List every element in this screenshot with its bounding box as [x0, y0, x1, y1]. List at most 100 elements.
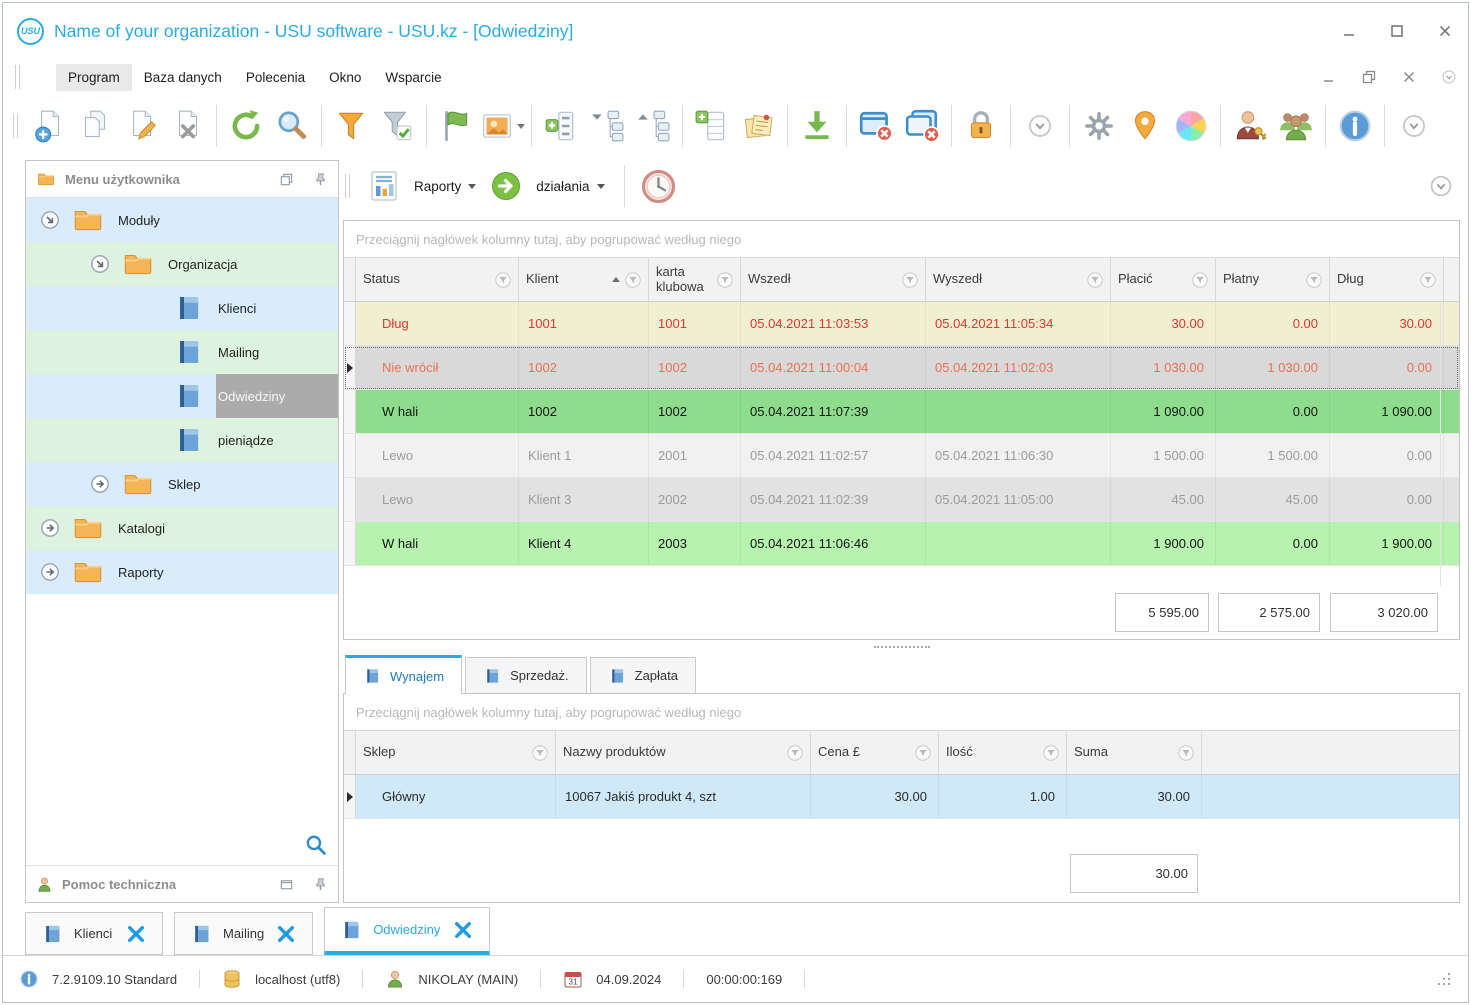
- splitter-handle[interactable]: [343, 640, 1460, 654]
- visit-row-2[interactable]: Nie wrócił 1002 1002 05.04.2021 11:00:04 05.…: [344, 346, 1459, 390]
- toolbar-image-button[interactable]: [479, 101, 525, 151]
- toolbar-lock-button[interactable]: [958, 101, 1004, 151]
- filter-icon[interactable]: [1306, 271, 1322, 288]
- column-header-płatny[interactable]: Płatny: [1216, 258, 1330, 301]
- column-header-klient[interactable]: Klient: [519, 258, 649, 301]
- column-header-cena[interactable]: Cena £: [811, 731, 939, 774]
- support-panel-header[interactable]: Pomoc techniczna: [26, 865, 338, 902]
- column-header-karta-klubowa[interactable]: karta klubowa: [649, 258, 741, 301]
- child-close-icon[interactable]: [1402, 70, 1416, 84]
- report-icon[interactable]: [367, 169, 401, 203]
- toolbar-notes-button[interactable]: [735, 101, 781, 151]
- visit-row-1[interactable]: Dług 1001 1001 05.04.2021 11:03:53 05.04.202…: [344, 302, 1459, 346]
- column-header-ilość[interactable]: Ilość: [939, 731, 1067, 774]
- user-text[interactable]: NIKOLAY (MAIN): [418, 972, 518, 987]
- toolbar-filter-check-button[interactable]: [374, 101, 420, 151]
- date-text[interactable]: 04.09.2024: [596, 972, 661, 987]
- toolbar-add-table-button[interactable]: [689, 101, 735, 151]
- toolbar-tree-expand-button[interactable]: [584, 101, 630, 151]
- sidebar-item-odwiedziny[interactable]: Odwiedziny: [26, 374, 338, 418]
- toolbar-options-icon[interactable]: [1430, 175, 1452, 197]
- close-icon[interactable]: [1438, 24, 1452, 38]
- filter-icon[interactable]: [532, 744, 548, 761]
- reports-dropdown[interactable]: Raporty: [410, 175, 480, 198]
- child-restore-icon[interactable]: [1362, 70, 1376, 84]
- tab-sprzedaż[interactable]: Sprzedaż.: [465, 657, 587, 693]
- column-header-nazwy-produktów[interactable]: Nazwy produktów: [556, 731, 811, 774]
- sidebar-item-pieniądze[interactable]: pieniądze: [26, 418, 338, 462]
- expand-node-icon[interactable]: [90, 474, 110, 494]
- database-text[interactable]: localhost (utf8): [255, 972, 340, 987]
- close-tab-icon[interactable]: [275, 923, 297, 945]
- visit-row-3[interactable]: W hali 1002 1002 05.04.2021 11:07:39 1 090.0…: [344, 390, 1459, 434]
- toolbar-location-pin-button[interactable]: [1122, 101, 1168, 151]
- sidebar-item-katalogi[interactable]: Katalogi: [26, 506, 338, 550]
- toolbar-tree-collapse-button[interactable]: [630, 101, 676, 151]
- column-header-dług[interactable]: Dług: [1330, 258, 1444, 301]
- filter-icon[interactable]: [1420, 271, 1436, 288]
- toolbar-gear-button[interactable]: [1076, 101, 1122, 151]
- toolbar-expand-rows-button[interactable]: [538, 101, 584, 151]
- toolbar-edit-document-button[interactable]: [118, 101, 164, 151]
- filter-icon[interactable]: [1043, 744, 1059, 761]
- toolbar-filter-button[interactable]: [328, 101, 374, 151]
- sidebar-item-mailing[interactable]: Mailing: [26, 330, 338, 374]
- toolbar-refresh-button[interactable]: [223, 101, 269, 151]
- toolbar-close-window-button[interactable]: [853, 101, 899, 151]
- toolbar-add-document-button[interactable]: [26, 101, 72, 151]
- actions-dropdown[interactable]: działania: [532, 175, 608, 198]
- search-icon[interactable]: [305, 834, 326, 855]
- toolbar-download-button[interactable]: [794, 101, 840, 151]
- menu-item-program[interactable]: Program: [56, 63, 132, 91]
- float-panel-icon[interactable]: [279, 172, 294, 187]
- toolbar-users-group-button[interactable]: [1273, 101, 1319, 151]
- column-header-wyszedł[interactable]: Wyszedł: [926, 258, 1111, 301]
- tab-zapłata[interactable]: Zapłata: [589, 657, 696, 693]
- column-header-płacić[interactable]: Płacić: [1111, 258, 1216, 301]
- sidebar-item-moduły[interactable]: Moduły: [26, 198, 338, 242]
- sidebar-item-klienci[interactable]: Klienci: [26, 286, 338, 330]
- expand-node-icon[interactable]: [40, 518, 60, 538]
- collapse-panel-icon[interactable]: [279, 877, 294, 892]
- tab-wynajem[interactable]: Wynajem: [345, 655, 463, 694]
- filter-icon[interactable]: [717, 271, 733, 288]
- toolbar-copy-document-button[interactable]: [72, 101, 118, 151]
- toolbar-delete-document-button[interactable]: [164, 101, 210, 151]
- toolbar-flag-button[interactable]: [433, 101, 479, 151]
- product-row-1[interactable]: Główny 10067 Jakiś produkt 4, szt 30.00 1.0…: [344, 775, 1459, 819]
- filter-icon[interactable]: [787, 744, 803, 761]
- filter-icon[interactable]: [915, 744, 931, 761]
- column-header-suma[interactable]: Suma: [1067, 731, 1202, 774]
- report-toolbar-drag-handle[interactable]: [345, 174, 350, 198]
- clock-icon[interactable]: [640, 168, 677, 205]
- menubar-drag-handle[interactable]: [15, 65, 20, 89]
- pin-panel-icon[interactable]: [313, 877, 328, 892]
- toolbar-user-key-button[interactable]: [1227, 101, 1273, 151]
- filter-icon[interactable]: [495, 271, 511, 288]
- maximize-icon[interactable]: [1390, 24, 1404, 38]
- minimize-icon[interactable]: [1342, 24, 1356, 38]
- menu-item-okno[interactable]: Okno: [317, 64, 373, 91]
- filter-icon[interactable]: [1192, 271, 1208, 288]
- visit-row-5[interactable]: Lewo Klient 3 2002 05.04.2021 11:02:39 05.04…: [344, 478, 1459, 522]
- menu-item-baza-danych[interactable]: Baza danych: [132, 64, 234, 91]
- collapse-node-icon[interactable]: [90, 254, 110, 274]
- actions-go-icon[interactable]: [489, 169, 523, 203]
- visit-row-4[interactable]: Lewo Klient 1 2001 05.04.2021 11:02:57 05.04…: [344, 434, 1459, 478]
- collapse-node-icon[interactable]: [40, 210, 60, 230]
- sidebar-item-organizacja[interactable]: Organizacja: [26, 242, 338, 286]
- filter-icon[interactable]: [1178, 744, 1194, 761]
- close-tab-icon[interactable]: [125, 923, 147, 945]
- child-minimize-icon[interactable]: [1322, 70, 1336, 84]
- mdi-tab-mailing[interactable]: Mailing: [174, 912, 314, 955]
- toolbar-color-wheel-button[interactable]: [1168, 101, 1214, 151]
- toolbar-close-all-windows-button[interactable]: [899, 101, 945, 151]
- menu-item-wsparcie[interactable]: Wsparcie: [373, 64, 453, 91]
- mdi-tab-klienci[interactable]: Klienci: [25, 912, 163, 955]
- vertical-scrollbar[interactable]: [1440, 303, 1459, 586]
- filter-icon[interactable]: [625, 271, 641, 288]
- toolbar-search-button[interactable]: [269, 101, 315, 151]
- filter-icon[interactable]: [902, 271, 918, 288]
- close-tab-icon[interactable]: [452, 919, 474, 941]
- visit-row-6[interactable]: W hali Klient 4 2003 05.04.2021 11:06:46 1 9…: [344, 522, 1459, 566]
